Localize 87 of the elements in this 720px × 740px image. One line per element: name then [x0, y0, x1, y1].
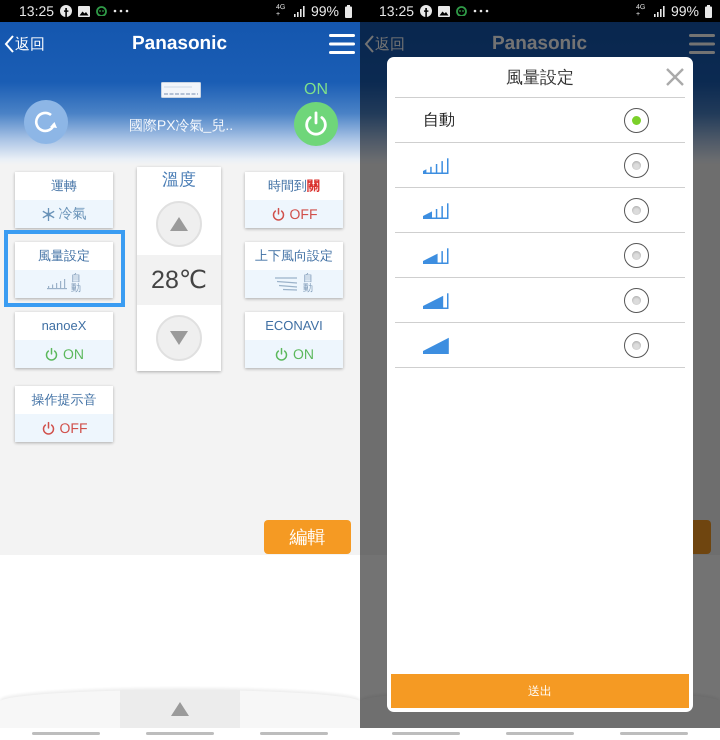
triangle-up-icon: [171, 702, 189, 716]
battery-level: 99%: [670, 3, 699, 19]
battery-icon: [345, 4, 352, 18]
gesture-handle: [32, 732, 100, 735]
status-value: ON: [293, 346, 314, 362]
power-icon: [274, 346, 289, 362]
refresh-button[interactable]: [24, 100, 68, 144]
radio-button[interactable]: [624, 242, 649, 268]
more-icon: [473, 9, 490, 13]
menu-icon: [689, 33, 715, 55]
temperature-value: 28℃: [137, 255, 221, 305]
radio-button[interactable]: [624, 108, 649, 132]
triangle-up-icon: [170, 217, 188, 231]
gallery-icon: [438, 6, 450, 16]
icon-label: 自動: [71, 274, 81, 294]
fan-speed-icon: [423, 336, 449, 354]
signal-icon: [654, 6, 665, 16]
temperature-down-button[interactable]: [156, 315, 202, 361]
more-icon: [113, 9, 130, 13]
snowflake-icon: [42, 208, 54, 220]
back-button[interactable]: 返回: [364, 34, 405, 54]
fan-speed-icon: [423, 291, 449, 309]
setting-card[interactable]: 運轉 冷氣: [15, 172, 113, 228]
chevron-left-icon: [364, 35, 374, 53]
menu-button[interactable]: [329, 33, 355, 55]
status-value: ON: [63, 346, 84, 362]
power-icon: [40, 420, 56, 436]
app-title: Panasonic: [492, 33, 588, 55]
setting-card[interactable]: 上下風向設定 自動: [245, 242, 343, 298]
expand-button[interactable]: [120, 690, 240, 728]
gesture-handle: [506, 732, 574, 735]
card-title: 操作提示音: [30, 391, 98, 409]
setting-card[interactable]: 時間到關 OFF: [245, 172, 343, 228]
app-title: Panasonic: [132, 33, 228, 55]
battery-level: 99%: [310, 3, 339, 19]
card-title: 風量設定: [37, 247, 91, 265]
gesture-handle: [392, 732, 460, 735]
fan-speed-icon: [423, 156, 449, 174]
fan-speed-icon: [47, 278, 67, 290]
gesture-handle: [620, 732, 688, 735]
close-icon: [665, 67, 685, 87]
setting-card[interactable]: ECONAVI ON: [245, 312, 343, 368]
gallery-icon: [78, 6, 90, 16]
battery-icon: [705, 4, 712, 18]
card-title: 運轉: [50, 177, 78, 195]
fan-speed-icon: [423, 246, 449, 264]
gesture-handle: [146, 732, 214, 735]
status-value: OFF: [60, 420, 88, 436]
dialog-title: 風量設定: [505, 66, 575, 88]
status-time: 13:25: [19, 3, 54, 19]
menu-icon: [329, 33, 355, 55]
option-label: 自動: [423, 110, 455, 130]
setting-card[interactable]: 操作提示音 OFF: [15, 386, 113, 442]
close-button[interactable]: [665, 67, 685, 87]
status-value: OFF: [290, 206, 318, 222]
setting-card[interactable]: nanoeX ON: [15, 312, 113, 368]
signal-icon: [294, 6, 305, 16]
power-icon: [270, 206, 286, 222]
card-title: 時間到關: [267, 177, 321, 195]
icon-label: 自動: [303, 274, 313, 294]
chevron-left-icon: [4, 35, 14, 53]
air-conditioner-icon: [161, 82, 201, 98]
status-time: 13:25: [379, 3, 414, 19]
refresh-icon: [33, 109, 59, 135]
card-title: ECONAVI: [264, 317, 324, 335]
power-status: ON: [304, 80, 328, 99]
power-button[interactable]: [294, 102, 338, 146]
temperature-label: 溫度: [161, 169, 197, 191]
robot-icon: [456, 6, 468, 16]
robot-icon: [96, 6, 108, 16]
card-title: nanoeX: [40, 317, 88, 335]
triangle-down-icon: [170, 331, 188, 345]
fan-speed-icon: [423, 201, 449, 219]
power-icon: [44, 346, 59, 362]
gesture-handle: [260, 732, 328, 735]
back-button[interactable]: 返回: [4, 34, 45, 54]
menu-button[interactable]: [689, 33, 715, 55]
card-title: 上下風向設定: [254, 247, 334, 265]
setting-card[interactable]: 風量設定 自動: [15, 242, 113, 298]
radio-button[interactable]: [624, 332, 649, 358]
radio-button[interactable]: [624, 152, 649, 178]
device-name: 國際PX冷氣_兒..: [128, 117, 234, 135]
mode-value: 冷氣: [58, 205, 86, 223]
airflow-direction-icon: [275, 277, 299, 291]
temperature-up-button[interactable]: [156, 201, 202, 247]
radio-button[interactable]: [624, 198, 649, 222]
radio-button[interactable]: [624, 288, 649, 312]
